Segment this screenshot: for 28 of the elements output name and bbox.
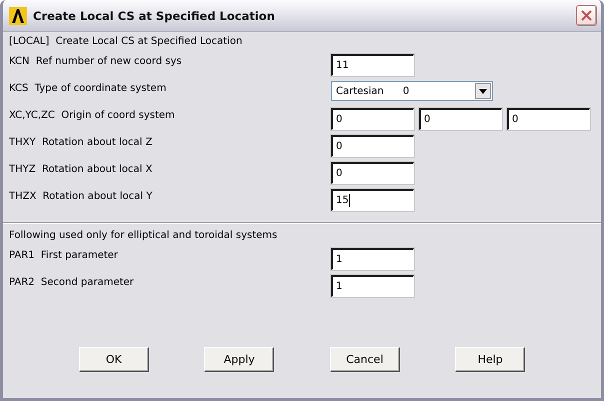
input-field[interactable]: 0 [331, 162, 414, 184]
input-field[interactable]: 0 [419, 108, 502, 130]
input-field[interactable]: 15 [331, 189, 414, 211]
input-field[interactable]: 0 [507, 108, 590, 130]
input-field[interactable]: 0 [331, 135, 414, 157]
input-field[interactable]: 0 [331, 108, 414, 130]
field-label: THYZ Rotation about local X [9, 163, 154, 177]
field-label: PAR1 First parameter [9, 249, 119, 263]
section-heading: Following used only for elliptical and toroidal systems [9, 230, 278, 243]
app-icon [9, 6, 27, 24]
field-label: PAR2 Second parameter [9, 276, 135, 290]
input-field[interactable]: 11 [331, 54, 414, 76]
close-button[interactable] [576, 5, 597, 26]
field-label: XC,YC,ZC Origin of coord system [9, 109, 176, 123]
field-label: THXY Rotation about local Z [9, 136, 154, 150]
dialog-button[interactable]: OK [78, 347, 149, 372]
input-field[interactable]: 1 [331, 248, 414, 270]
field-label: KCS Type of coordinate system [9, 82, 168, 96]
window-title: Create Local CS at Specified Location [33, 8, 276, 22]
field-label: KCN Ref number of new coord sys [9, 55, 183, 69]
dialog-button[interactable]: Apply [204, 347, 274, 372]
field-label: THZX Rotation about local Y [9, 190, 154, 204]
section-heading: [LOCAL] Create Local CS at Specified Location [9, 36, 244, 49]
input-field[interactable]: 1 [331, 275, 414, 297]
close-icon [581, 10, 592, 21]
dialog-button[interactable]: Cancel [330, 347, 400, 372]
dropdown[interactable]: Cartesian 0 [331, 81, 493, 101]
dialog-button[interactable]: Help [455, 347, 526, 372]
